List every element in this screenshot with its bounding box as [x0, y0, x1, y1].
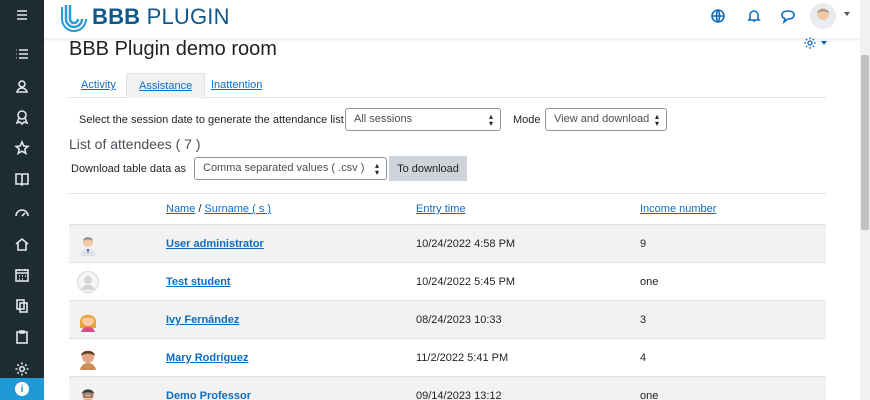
brand-logo[interactable]: BBB PLUGIN — [60, 2, 230, 32]
top-navbar: BBB PLUGIN — [44, 0, 860, 38]
tab-bar: Activity Assistance Inattention — [69, 73, 826, 98]
entry-time: 09/14/2023 13:12 — [416, 390, 502, 400]
page-scrollbar[interactable] — [860, 0, 870, 400]
tab-activity[interactable]: Activity — [69, 73, 128, 98]
select-arrows-icon: ▴ ▾ — [488, 112, 493, 128]
user-avatar-icon — [80, 237, 96, 256]
tab-assistance[interactable]: Assistance — [126, 73, 206, 98]
income-number: 4 — [640, 352, 647, 364]
select-arrows-icon: ▴ ▾ — [374, 161, 379, 177]
logo-mark-icon — [61, 5, 87, 32]
entry-time: 10/24/2022 4:58 PM — [416, 238, 516, 250]
session-date-select[interactable]: All sessions ▴ ▾ — [345, 108, 501, 131]
attendee-name-link[interactable]: Mary Rodríguez — [166, 352, 249, 364]
sort-by-name-link[interactable]: Name — [166, 203, 195, 215]
scrollbar-thumb[interactable] — [861, 55, 869, 230]
income-number: one — [640, 276, 659, 288]
attendee-name-link[interactable]: User administrator — [166, 238, 264, 250]
download-button[interactable]: To download — [389, 156, 467, 181]
list-icon[interactable] — [0, 40, 44, 68]
badge-icon[interactable] — [0, 103, 44, 131]
page-settings-menu[interactable] — [803, 36, 827, 50]
income-number: 9 — [640, 238, 647, 250]
accessibility-icon: i — [15, 382, 29, 396]
dashboard-icon[interactable] — [0, 199, 44, 227]
user-avatar-icon — [80, 314, 96, 332]
table-header-row: Name / Surname ( s ) Entry time Income num… — [69, 194, 826, 225]
chat-icon[interactable] — [780, 8, 798, 26]
table-row: Test student 10/24/2022 5:45 PM one — [69, 263, 826, 301]
tab-inattention[interactable]: Inattention — [199, 73, 274, 98]
income-number: 3 — [640, 314, 647, 326]
download-format-label: Download table data as — [71, 163, 186, 175]
attendee-name-link[interactable]: Demo Professor — [166, 390, 251, 400]
sort-by-entry-time-link[interactable]: Entry time — [416, 203, 466, 215]
name-column-header: Name / Surname ( s ) — [166, 203, 271, 215]
gear-icon — [804, 37, 816, 49]
home-icon[interactable] — [0, 230, 44, 258]
left-sidebar: i — [0, 0, 44, 400]
clipboard-icon[interactable] — [0, 323, 44, 351]
menu-icon[interactable] — [0, 1, 44, 29]
download-format-value: Comma separated values ( .csv ) — [203, 162, 365, 174]
user-avatar-icon — [82, 389, 94, 400]
attendees-title: List of attendees ( 7 ) — [69, 136, 201, 152]
user-menu-caret-icon[interactable] — [844, 12, 850, 16]
header-separator: / — [198, 203, 202, 215]
attendee-name-link[interactable]: Test student — [166, 276, 231, 288]
session-date-label: Select the session date to generate the … — [79, 114, 344, 126]
table-row: Mary Rodríguez 11/2/2022 5:41 PM 4 — [69, 339, 826, 377]
book-icon[interactable] — [0, 165, 44, 193]
chevron-down-icon — [821, 41, 827, 45]
mode-value: View and download — [554, 113, 650, 125]
attendance-table: Name / Surname ( s ) Entry time Income num… — [69, 193, 826, 400]
entry-time: 11/2/2022 5:41 PM — [416, 352, 509, 364]
attendee-name-link[interactable]: Ivy Fernández — [166, 314, 239, 326]
mode-select[interactable]: View and download ▴ ▾ — [545, 108, 667, 131]
table-row: User administrator 10/24/2022 4:58 PM 9 — [69, 225, 826, 263]
table-row: Demo Professor 09/14/2023 13:12 one — [69, 377, 826, 400]
contacts-icon[interactable] — [0, 72, 44, 100]
table-row: Ivy Fernández 08/24/2023 10:33 3 — [69, 301, 826, 339]
session-date-value: All sessions — [354, 113, 413, 125]
brand-name: BBB PLUGIN — [92, 4, 230, 29]
files-icon[interactable] — [0, 292, 44, 320]
mode-label: Mode — [513, 114, 541, 126]
user-avatar-icon — [80, 350, 96, 370]
income-number: one — [640, 390, 659, 400]
accessibility-button[interactable]: i — [0, 378, 44, 400]
sort-by-surname-link[interactable]: Surname ( s ) — [204, 203, 271, 215]
select-arrows-icon: ▴ ▾ — [654, 112, 659, 128]
calendar-icon[interactable] — [0, 261, 44, 289]
bell-icon[interactable] — [746, 8, 764, 26]
user-avatar[interactable] — [810, 3, 836, 29]
page-title: BBB Plugin demo room — [69, 38, 277, 60]
default-avatar-icon — [77, 271, 99, 293]
sort-by-income-number-link[interactable]: Income number — [640, 203, 716, 215]
download-format-select[interactable]: Comma separated values ( .csv ) ▴ ▾ — [194, 157, 387, 180]
entry-time: 08/24/2023 10:33 — [416, 314, 502, 326]
globe-icon[interactable] — [710, 8, 728, 26]
star-icon[interactable] — [0, 134, 44, 162]
entry-time: 10/24/2022 5:45 PM — [416, 276, 516, 288]
